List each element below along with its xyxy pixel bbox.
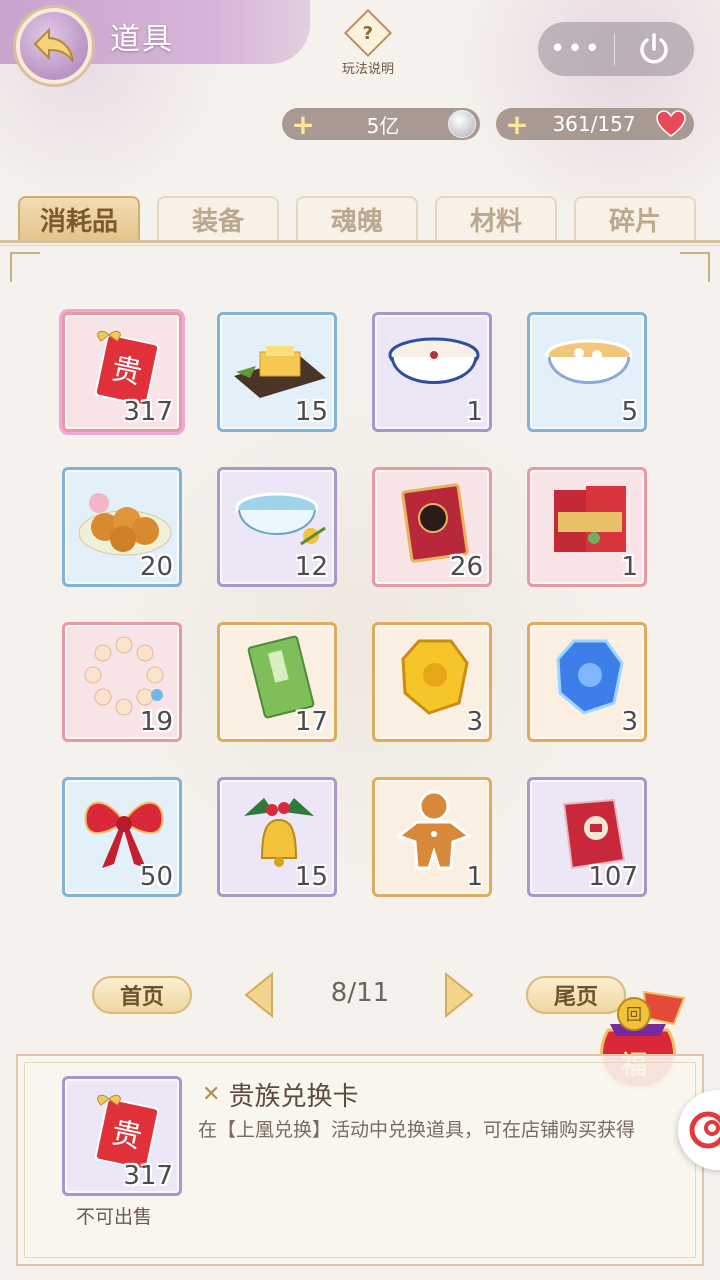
heart-currency: + 361/157 [496, 108, 694, 141]
item-count: 3 [621, 707, 638, 737]
tab-underline [0, 240, 720, 243]
corner-ornament-left [10, 252, 40, 282]
item-slot[interactable]: 1 [372, 777, 492, 897]
detail-item-slot: 贵 317 [62, 1076, 182, 1196]
corner-ornament-right [680, 252, 710, 282]
item-count: 20 [139, 552, 173, 582]
silver-currency: + 5亿 [282, 108, 480, 141]
item-count: 15 [294, 397, 328, 427]
item-count: 19 [139, 707, 173, 737]
item-count: 15 [294, 862, 328, 892]
detail-item-count: 317 [123, 1161, 173, 1191]
tab-materials[interactable]: 材料 [435, 196, 557, 240]
next-page-arrow-icon[interactable] [444, 972, 474, 1018]
swirl-logo-icon [689, 1111, 720, 1149]
item-slot[interactable]: 1 [527, 467, 647, 587]
item-count: 107 [588, 862, 638, 892]
item-slot[interactable]: 12 [217, 467, 337, 587]
item-slot[interactable]: 1 [372, 312, 492, 432]
tab-fragments[interactable]: 碎片 [574, 196, 696, 240]
item-slot[interactable]: 5 [527, 312, 647, 432]
tab-consumables[interactable]: 消耗品 [18, 196, 140, 240]
item-name-text: 贵族兑换卡 [228, 1082, 359, 1112]
item-slot[interactable]: 3 [527, 622, 647, 742]
category-tabs: 消耗品 装备 魂魄 材料 碎片 [18, 196, 696, 240]
item-count: 1 [466, 397, 483, 427]
item-count: 12 [294, 552, 328, 582]
svg-text:回: 回 [626, 1005, 642, 1024]
tab-equipment[interactable]: 装备 [157, 196, 279, 240]
silver-amount: 5亿 [366, 113, 400, 138]
silver-coin-icon [448, 110, 476, 138]
item-slot[interactable]: 贵 317 [62, 312, 182, 432]
item-slot[interactable]: 107 [527, 777, 647, 897]
add-silver-button[interactable]: + [288, 108, 318, 141]
item-grid: 贵 317 15 1 5 20 12 26 1 19 17 3 3 50 15 … [62, 312, 652, 897]
page-title: 道具 [110, 22, 174, 57]
item-slot[interactable]: 19 [62, 622, 182, 742]
item-count: 5 [621, 397, 638, 427]
back-button[interactable] [16, 8, 92, 84]
heart-amount: 361/157 [552, 112, 636, 136]
item-slot[interactable]: 3 [372, 622, 492, 742]
item-count: 17 [294, 707, 328, 737]
item-count: 26 [449, 552, 483, 582]
item-description: 在【上凰兑换】活动中兑换道具，可在店铺购买获得 [198, 1119, 636, 1141]
page-indicator: 8/11 [330, 978, 390, 1008]
item-slot[interactable]: 17 [217, 622, 337, 742]
item-name: ✕ 贵族兑换卡 [202, 1076, 358, 1113]
tab-souls[interactable]: 魂魄 [296, 196, 418, 240]
first-page-button[interactable]: 首页 [92, 976, 192, 1014]
item-count: 3 [466, 707, 483, 737]
item-slot[interactable]: 26 [372, 467, 492, 587]
tab-underline-thin [0, 245, 720, 246]
cross-mark-icon: ✕ [202, 1082, 221, 1107]
power-icon [640, 33, 668, 64]
item-detail-panel: 贵 317 不可出售 ✕ 贵族兑换卡 在【上凰兑换】活动中兑换道具，可在店铺购买… [16, 1054, 704, 1266]
item-slot[interactable]: 15 [217, 312, 337, 432]
item-count: 1 [466, 862, 483, 892]
system-capsule: ••• [538, 22, 694, 76]
item-count: 1 [621, 552, 638, 582]
item-slot[interactable]: 15 [217, 777, 337, 897]
add-heart-button[interactable]: + [502, 108, 532, 141]
sell-status: 不可出售 [76, 1206, 153, 1228]
back-arrow-icon [33, 27, 74, 63]
item-count: 50 [139, 862, 173, 892]
item-slot[interactable]: 50 [62, 777, 182, 897]
power-button[interactable] [615, 32, 693, 66]
help-button[interactable]: ? 玩法说明 [336, 8, 400, 78]
prev-page-arrow-icon[interactable] [244, 972, 274, 1018]
question-icon: ? [343, 8, 393, 58]
help-label: 玩法说明 [341, 62, 394, 77]
more-button[interactable]: ••• [538, 34, 614, 64]
heart-icon [656, 110, 686, 138]
item-count: 317 [123, 397, 173, 427]
item-slot[interactable]: 20 [62, 467, 182, 587]
